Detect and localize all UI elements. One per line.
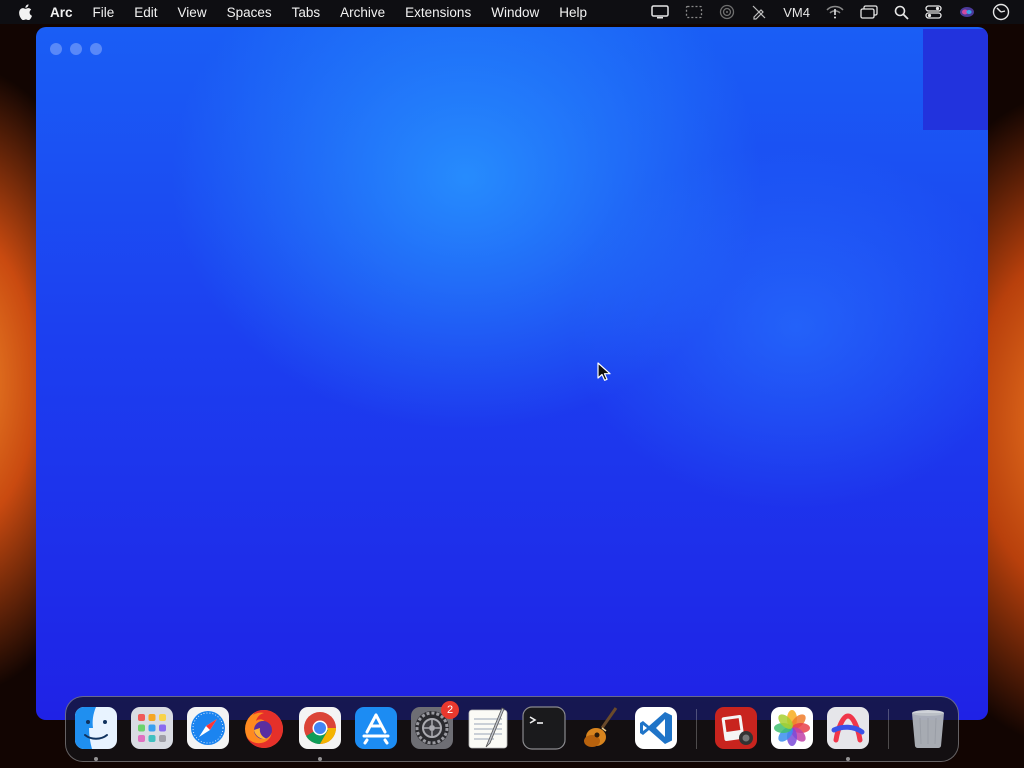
- running-indicator: [94, 757, 98, 761]
- vpn-status-label[interactable]: VM4: [783, 5, 810, 20]
- dock-system-settings[interactable]: 2: [410, 701, 459, 750]
- minimize-button[interactable]: [70, 43, 82, 55]
- menu-window[interactable]: Window: [491, 5, 539, 20]
- clock-icon[interactable]: [992, 3, 1010, 21]
- window-controls: [50, 43, 110, 55]
- menu-file[interactable]: File: [93, 5, 115, 20]
- search-icon[interactable]: [894, 5, 909, 20]
- dock: 2: [65, 696, 959, 762]
- apple-icon[interactable]: [18, 4, 32, 20]
- trash-icon: [912, 710, 944, 749]
- dock-photos[interactable]: [770, 706, 814, 750]
- dock-trash[interactable]: [906, 706, 950, 750]
- firefox-icon: [245, 710, 283, 748]
- dock-chrome[interactable]: [298, 706, 342, 750]
- siri-icon[interactable]: [958, 5, 976, 19]
- wifi-icon[interactable]: [826, 5, 844, 19]
- dock-textedit[interactable]: [466, 706, 510, 750]
- arc-window[interactable]: [36, 27, 988, 720]
- vscode-icon: [635, 707, 677, 749]
- arc-icon: [827, 707, 869, 749]
- finder-icon: [75, 707, 117, 749]
- window-corner-panel: [923, 29, 988, 130]
- menu-view[interactable]: View: [178, 5, 207, 20]
- garageband-icon: [584, 707, 618, 747]
- close-button[interactable]: [50, 43, 62, 55]
- window-stack-icon[interactable]: [860, 5, 878, 19]
- dock-divider: [696, 709, 697, 749]
- safari-icon: [187, 707, 229, 749]
- dock-terminal[interactable]: [522, 706, 566, 750]
- mouse-cursor-icon: [597, 362, 611, 387]
- dock-safari[interactable]: [186, 706, 230, 750]
- menu-edit[interactable]: Edit: [134, 5, 157, 20]
- terminal-icon: [522, 706, 566, 750]
- control-center-icon[interactable]: [925, 5, 942, 19]
- dock-arc[interactable]: [826, 706, 870, 750]
- dock-app-store[interactable]: [354, 706, 398, 750]
- textedit-icon: [468, 707, 508, 749]
- menu-help[interactable]: Help: [559, 5, 587, 20]
- zoom-button[interactable]: [90, 43, 102, 55]
- menu-tabs[interactable]: Tabs: [292, 5, 321, 20]
- app-store-icon: [355, 707, 397, 749]
- display-icon[interactable]: [651, 5, 670, 19]
- photos-icon: [771, 707, 813, 749]
- dock-firefox[interactable]: [242, 706, 286, 750]
- menu-bar: Arc File Edit View Spaces Tabs Archive E…: [0, 0, 1024, 24]
- dock-launchpad[interactable]: [130, 706, 174, 750]
- dock-finder[interactable]: [74, 706, 118, 750]
- dock-garageband[interactable]: [578, 706, 622, 750]
- dock-photo-booth[interactable]: [714, 706, 758, 750]
- menu-extensions[interactable]: Extensions: [405, 5, 471, 20]
- running-indicator: [318, 757, 322, 761]
- screen-record-icon[interactable]: [685, 5, 703, 19]
- dock-divider: [888, 709, 889, 749]
- notification-badge: 2: [441, 701, 459, 719]
- menu-spaces[interactable]: Spaces: [227, 5, 272, 20]
- menu-archive[interactable]: Archive: [340, 5, 385, 20]
- dock-vscode[interactable]: [634, 706, 678, 750]
- airdrop-icon[interactable]: [719, 4, 735, 20]
- photo-booth-icon: [715, 707, 757, 749]
- pen-slash-icon[interactable]: [751, 4, 767, 20]
- chrome-icon: [299, 707, 341, 749]
- menu-app-name[interactable]: Arc: [50, 5, 73, 20]
- running-indicator: [846, 757, 850, 761]
- launchpad-icon: [131, 707, 173, 749]
